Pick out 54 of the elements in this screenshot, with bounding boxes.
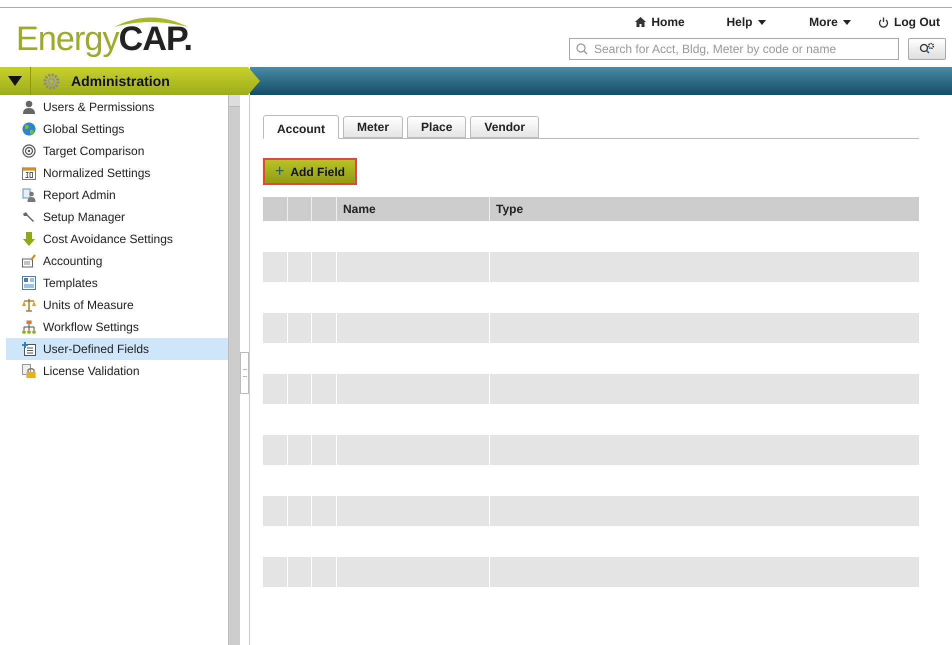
- calendar-icon: [22, 166, 36, 180]
- form-icon: [22, 342, 36, 356]
- nav-label: More: [809, 14, 838, 31]
- search-field[interactable]: Search for Acct, Bldg, Meter by code or name: [569, 38, 899, 60]
- home-icon: [635, 17, 646, 27]
- power-icon: [878, 16, 889, 28]
- report-icon: [22, 188, 36, 202]
- down-arrow-icon: [22, 232, 36, 246]
- wrench-icon: [22, 210, 36, 224]
- sidebar-item[interactable]: Setup Manager: [6, 206, 228, 228]
- nav-label: Help: [726, 14, 752, 31]
- person-icon: [22, 100, 36, 114]
- module-title: Administration: [71, 72, 170, 90]
- column-header[interactable]: Type: [490, 197, 919, 221]
- logo: EnergyCAP.: [16, 22, 194, 56]
- globe-icon: [22, 122, 36, 136]
- hierarchy-icon: [22, 320, 36, 334]
- caret-icon: [758, 20, 766, 24]
- nav-link[interactable]: Home: [616, 13, 704, 31]
- sidebar-item[interactable]: Templates: [6, 272, 228, 294]
- nav-link[interactable]: Help: [704, 13, 788, 31]
- sidebar-item[interactable]: Workflow Settings: [6, 316, 228, 338]
- sidebar-item[interactable]: Units of Measure: [6, 294, 228, 316]
- module-header[interactable]: Administration: [0, 67, 260, 95]
- sidebar-item[interactable]: Report Admin: [6, 184, 228, 206]
- nav-label: Home: [651, 14, 685, 31]
- sidebar-item[interactable]: Global Settings: [6, 118, 228, 140]
- add-field-button[interactable]: + Add Field: [263, 158, 358, 185]
- column-header[interactable]: Name: [337, 197, 490, 221]
- sidebar-item[interactable]: Target Comparison: [6, 140, 228, 162]
- sidebar-item[interactable]: License Validation: [6, 360, 228, 382]
- gear-icon: [43, 72, 60, 90]
- nav-link[interactable]: More: [788, 13, 872, 31]
- caret-icon: [842, 20, 851, 24]
- tab[interactable]: Meter: [343, 116, 404, 138]
- ledger-icon: [22, 254, 36, 268]
- scale-icon: [22, 298, 36, 312]
- template-icon: [22, 276, 36, 290]
- search-gear-icon: [919, 42, 935, 56]
- lock-icon: [22, 364, 36, 378]
- tab[interactable]: Place: [407, 116, 466, 138]
- target-icon: [22, 144, 36, 158]
- sidebar-item[interactable]: Accounting: [6, 250, 228, 272]
- tab[interactable]: Account: [263, 115, 339, 139]
- sidebar-item[interactable]: Users & Permissions: [6, 96, 228, 118]
- advanced-search-button[interactable]: [908, 38, 946, 60]
- nav-label: Log Out: [894, 14, 940, 31]
- search-icon: [576, 43, 588, 55]
- tab[interactable]: Vendor: [470, 116, 540, 138]
- nav-link[interactable]: Log Out: [872, 13, 946, 31]
- sidebar-item[interactable]: Normalized Settings: [6, 162, 228, 184]
- sidebar-item[interactable]: Cost Avoidance Settings: [6, 228, 228, 250]
- sidebar-item[interactable]: User-Defined Fields: [6, 338, 228, 360]
- splitter-handle[interactable]: [240, 352, 249, 394]
